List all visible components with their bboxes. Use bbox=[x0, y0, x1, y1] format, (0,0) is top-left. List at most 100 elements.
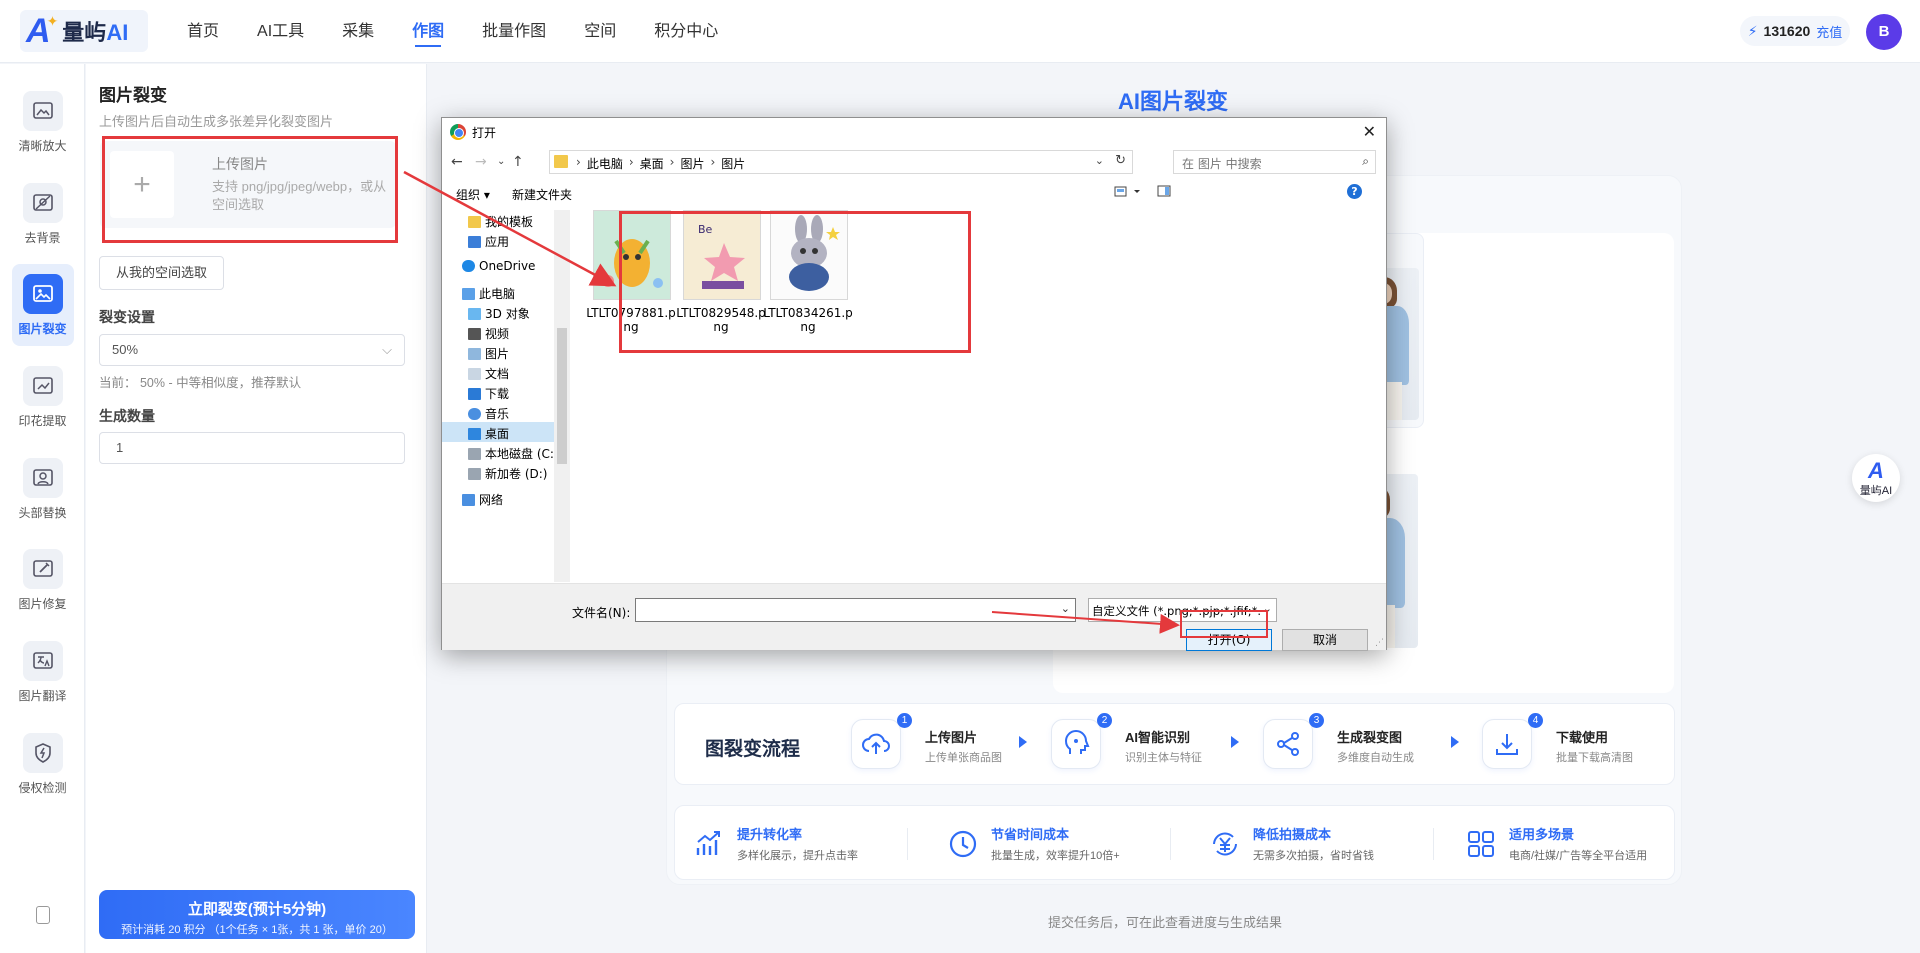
breadcrumb: › 此电脑 › 桌面 › 图片 › 图片 bbox=[576, 155, 746, 172]
tree-item[interactable]: 文档 bbox=[442, 362, 509, 382]
open-file-dialog: 打开 ✕ ← → ⌄ ↑ › 此电脑 › 桌面 › 图片 › 图片 ⌄ ↻ 在 图片 … bbox=[441, 117, 1387, 651]
tree-item[interactable]: 图片 bbox=[442, 342, 509, 362]
bolt-icon: ⚡ bbox=[1747, 22, 1758, 39]
tree-item[interactable]: 视频 bbox=[442, 322, 509, 342]
tree-item[interactable]: 网络 bbox=[442, 488, 503, 508]
dialog-title: 打开 bbox=[472, 126, 497, 140]
tree-item[interactable]: 3D 对象 bbox=[442, 302, 530, 322]
help-icon[interactable]: ? bbox=[1347, 184, 1362, 199]
download-icon bbox=[1482, 719, 1532, 769]
forward-arrow-icon[interactable]: → bbox=[475, 154, 487, 170]
new-folder-button[interactable]: 新建文件夹 bbox=[512, 186, 572, 203]
preview-pane-icon[interactable] bbox=[1157, 184, 1171, 201]
view-options-icon[interactable] bbox=[1114, 184, 1144, 203]
tree-item[interactable]: 新加卷 (D:) bbox=[442, 462, 547, 482]
tree-item[interactable]: 应用 bbox=[442, 230, 509, 250]
nav-collect[interactable]: 采集 bbox=[323, 0, 393, 63]
address-bar[interactable]: › 此电脑 › 桌面 › 图片 › 图片 ⌄ ↻ bbox=[549, 150, 1133, 174]
annotation-box-upload bbox=[102, 136, 398, 243]
scrollbar-thumb[interactable] bbox=[557, 328, 567, 464]
user-avatar[interactable]: B bbox=[1866, 14, 1902, 50]
sidebar-item-upscale[interactable]: 清晰放大 bbox=[0, 81, 85, 161]
search-icon: ⌕ bbox=[1362, 154, 1369, 168]
fission-setting-select[interactable]: 50% ⌵ bbox=[99, 334, 405, 366]
chrome-icon bbox=[450, 124, 466, 140]
chevron-down-icon[interactable]: ⌄ bbox=[1061, 602, 1070, 615]
tree-item-desktop[interactable]: 桌面 bbox=[442, 422, 554, 442]
sidebar-item-remove-bg[interactable]: 去背景 bbox=[0, 173, 85, 253]
floating-assistant-button[interactable]: A 量屿AI bbox=[1852, 454, 1900, 502]
points-value: 131620 bbox=[1763, 23, 1811, 39]
sidebar-item-infringement-check[interactable]: 侵权检测 bbox=[0, 723, 85, 803]
pick-from-space-button[interactable]: 从我的空间选取 bbox=[99, 256, 224, 290]
divider bbox=[1170, 828, 1171, 860]
chevron-down-icon[interactable]: ⌄ bbox=[1095, 154, 1104, 167]
resize-grip-icon[interactable]: ⋰ bbox=[1375, 638, 1384, 648]
sidebar-item-image-repair[interactable]: 图片修复 bbox=[0, 539, 85, 619]
recharge-link[interactable]: 充值 bbox=[1816, 22, 1842, 41]
breadcrumb-item[interactable]: 桌面 bbox=[640, 155, 664, 172]
image-repair-icon bbox=[22, 549, 63, 589]
breadcrumb-item[interactable]: 图片 bbox=[721, 155, 745, 172]
dialog-titlebar[interactable]: 打开 ✕ bbox=[442, 118, 1386, 146]
brand-logo[interactable]: A ✦ 量屿AI bbox=[20, 10, 148, 52]
fission-flow: 图裂变流程 1 上传图片 上传单张商品图 2 AI智能识别 识别主体与特征 3 … bbox=[674, 703, 1675, 785]
chevron-down-icon: ⌵ bbox=[382, 342, 392, 357]
mobile-icon[interactable] bbox=[36, 906, 50, 924]
tool-sidebar: 清晰放大 去背景 图片裂变 印花提取 头部替换 图片修复 图片翻译 侵权检测 bbox=[0, 64, 85, 953]
recent-chevron-icon[interactable]: ⌄ bbox=[497, 156, 505, 167]
tree-item[interactable]: 音乐 bbox=[442, 402, 509, 422]
panel-description: 上传图片后自动生成多张差异化裂变图片 bbox=[99, 114, 334, 129]
up-arrow-icon[interactable]: ↑ bbox=[512, 154, 524, 170]
tree-item[interactable]: 此电脑 bbox=[442, 282, 515, 302]
fission-setting-hint: 当前： 50% - 中等相似度，推荐默认 bbox=[99, 376, 302, 390]
ai-head-icon bbox=[1051, 719, 1101, 769]
sparkle-icon: ✦ bbox=[46, 12, 59, 29]
brand-name: 量屿AI bbox=[62, 20, 129, 45]
filename-input[interactable]: ⌄ bbox=[635, 598, 1076, 622]
nav-ai-tools[interactable]: AI工具 bbox=[238, 0, 323, 63]
sidebar-item-head-swap[interactable]: 头部替换 bbox=[0, 448, 85, 528]
divider bbox=[907, 828, 908, 860]
count-input[interactable]: 1 bbox=[99, 432, 405, 464]
folder-search-input[interactable]: 在 图片 中搜索 ⌕ bbox=[1173, 150, 1376, 174]
nav-design[interactable]: 作图 bbox=[393, 0, 463, 63]
nav-home[interactable]: 首页 bbox=[168, 0, 238, 63]
head-swap-icon bbox=[22, 458, 63, 498]
tree-item[interactable]: 下载 bbox=[442, 382, 509, 402]
clock-icon bbox=[949, 830, 977, 858]
remove-background-icon bbox=[22, 183, 63, 223]
grid-apps-icon bbox=[1468, 831, 1494, 857]
cancel-button[interactable]: 取消 bbox=[1282, 629, 1368, 651]
refresh-icon[interactable]: ↻ bbox=[1115, 153, 1126, 168]
tree-item[interactable]: 我的模板 bbox=[442, 210, 533, 230]
tree-item[interactable]: 本地磁盘 (C:) bbox=[442, 442, 559, 462]
breadcrumb-item[interactable]: 图片 bbox=[680, 155, 704, 172]
submit-fission-button[interactable]: 立即裂变(预计5分钟) 预计消耗 20 积分 （1个任务 × 1张，共 1 张，… bbox=[99, 890, 415, 939]
image-icon bbox=[22, 274, 63, 314]
settings-panel: 图片裂变 上传图片后自动生成多张差异化裂变图片 + 上传图片 支持 png/jp… bbox=[86, 64, 427, 953]
flow-arrow-icon bbox=[1019, 736, 1027, 748]
cloud-upload-icon bbox=[851, 719, 901, 769]
nav-points-center[interactable]: 积分中心 bbox=[635, 0, 737, 63]
sidebar-item-print-extract[interactable]: 印花提取 bbox=[0, 356, 85, 436]
benefits-bar: 提升转化率 多样化展示，提升点击率 节省时间成本 批量生成，效率提升10倍+ 降… bbox=[674, 805, 1675, 880]
sidebar-item-image-translate[interactable]: 图片翻译 bbox=[0, 631, 85, 711]
tree-scrollbar[interactable] bbox=[554, 210, 570, 582]
sidebar-item-image-fission[interactable]: 图片裂变 bbox=[0, 264, 85, 344]
back-arrow-icon[interactable]: ← bbox=[451, 154, 463, 170]
nav-batch-design[interactable]: 批量作图 bbox=[463, 0, 565, 63]
nav-space[interactable]: 空间 bbox=[565, 0, 635, 63]
tree-item[interactable]: OneDrive bbox=[442, 256, 535, 276]
top-navbar: A ✦ 量屿AI 首页 AI工具 采集 作图 批量作图 空间 积分中心 ⚡ 13… bbox=[0, 0, 1920, 63]
close-icon[interactable]: ✕ bbox=[1363, 122, 1376, 141]
organize-menu[interactable]: 组织 ▾ bbox=[456, 186, 490, 203]
flow-arrow-icon bbox=[1231, 736, 1239, 748]
divider bbox=[1433, 828, 1434, 860]
fission-setting-label: 裂变设置 bbox=[99, 309, 155, 325]
breadcrumb-item[interactable]: 此电脑 bbox=[587, 155, 623, 172]
filename-label: 文件名(N): bbox=[572, 606, 631, 620]
floating-brand-name: 量屿AI bbox=[1859, 485, 1893, 497]
chart-growth-icon bbox=[696, 831, 720, 855]
brand-logo-mark: A bbox=[1868, 458, 1884, 483]
